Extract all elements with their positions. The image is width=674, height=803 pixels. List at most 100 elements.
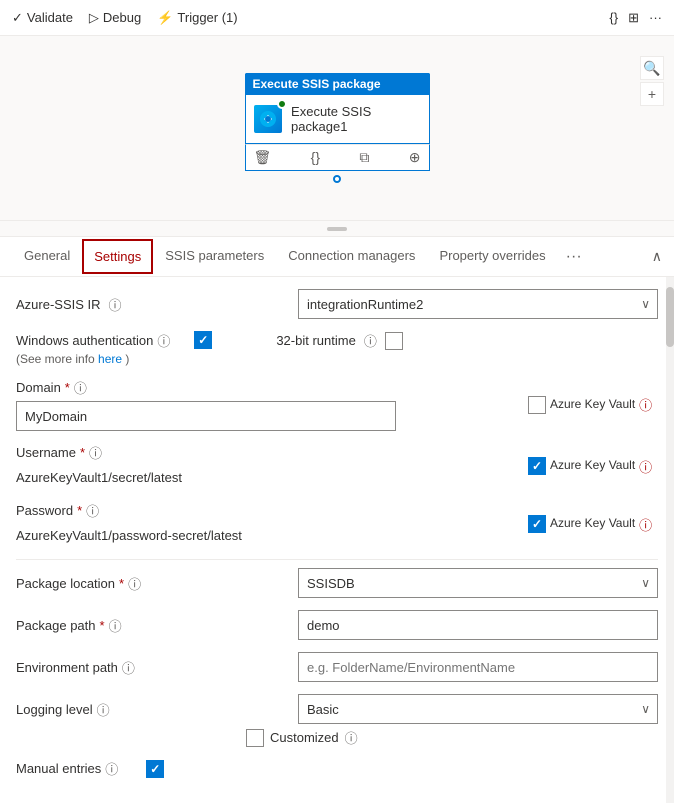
- tabs-more-button[interactable]: ···: [558, 248, 590, 266]
- username-row: Username * ⓘ AzureKeyVault1/secret/lates…: [16, 443, 658, 489]
- customized-checkbox-wrap: Customized ⓘ: [246, 728, 658, 747]
- runtime-checkbox[interactable]: [385, 332, 403, 350]
- domain-vault-info-icon[interactable]: ⓘ: [639, 395, 652, 414]
- debug-button[interactable]: ▷ Debug: [89, 10, 141, 26]
- username-label-wrap: Username * ⓘ: [16, 443, 520, 462]
- trigger-button[interactable]: ⚡ Trigger (1): [157, 10, 237, 26]
- tab-property-overrides[interactable]: Property overrides: [427, 238, 557, 275]
- azure-ir-label: Azure-SSIS IR: [16, 297, 101, 312]
- logging-level-select[interactable]: Basic: [298, 694, 658, 724]
- runtime-info-icon[interactable]: ⓘ: [364, 331, 377, 350]
- package-location-label-wrap: Package location * ⓘ: [16, 574, 290, 593]
- manual-entries-info-icon[interactable]: ⓘ: [105, 759, 118, 778]
- package-location-info-icon[interactable]: ⓘ: [128, 574, 141, 593]
- node-delete-btn[interactable]: 🗑: [254, 149, 272, 166]
- tab-connection-managers[interactable]: Connection managers: [276, 238, 427, 275]
- domain-vault-checkbox[interactable]: [528, 396, 546, 414]
- scrollbar-track[interactable]: [666, 277, 674, 803]
- username-vault-info-icon[interactable]: ⓘ: [639, 457, 652, 476]
- logging-level-label: Logging level: [16, 702, 93, 717]
- package-node: Execute SSIS package Execute SSIS packag…: [245, 73, 430, 183]
- monitor-icon: ⊞: [628, 10, 639, 26]
- toolbar-right: {} ⊞ ···: [609, 10, 662, 26]
- code-icon: {}: [609, 10, 618, 25]
- status-dot: [277, 99, 287, 109]
- runtime-row: 32-bit runtime ⓘ: [276, 331, 403, 350]
- password-label: Password: [16, 503, 73, 518]
- username-vault-section: Azure Key Vault ⓘ: [528, 457, 658, 476]
- password-vault-info-icon[interactable]: ⓘ: [639, 515, 652, 534]
- debug-label: Debug: [103, 10, 141, 25]
- manual-entries-label: Manual entries: [16, 761, 101, 776]
- see-more-link: (See more info here ): [16, 352, 170, 366]
- azure-ir-info-icon[interactable]: ⓘ: [109, 295, 122, 314]
- customized-row: Customized ⓘ: [246, 728, 658, 747]
- node-code-btn[interactable]: {}: [311, 149, 320, 166]
- domain-vault-section: Azure Key Vault ⓘ: [528, 395, 658, 414]
- zoom-in-btn[interactable]: +: [640, 82, 664, 106]
- password-info-icon[interactable]: ⓘ: [86, 501, 99, 520]
- win-auth-checkbox[interactable]: [194, 331, 212, 349]
- monitor-button[interactable]: ⊞: [628, 10, 639, 26]
- environment-path-label: Environment path: [16, 660, 118, 675]
- username-info-icon[interactable]: ⓘ: [89, 443, 102, 462]
- password-vault-checkbox[interactable]: [528, 515, 546, 533]
- divider1: [16, 559, 658, 560]
- username-label: Username: [16, 445, 76, 460]
- package-path-row: Package path * ⓘ: [16, 610, 658, 640]
- username-vault-checkbox[interactable]: [528, 457, 546, 475]
- environment-path-info-icon[interactable]: ⓘ: [122, 658, 135, 677]
- customized-checkbox[interactable]: [246, 729, 264, 747]
- password-vault-label: Azure Key Vault: [550, 516, 635, 532]
- tabs-collapse-button[interactable]: ∧: [652, 248, 662, 265]
- azure-ir-label-wrap: Azure-SSIS IR ⓘ: [16, 295, 290, 314]
- password-required-star: *: [77, 503, 82, 518]
- azure-ir-select-wrap: integrationRuntime2 ∨: [298, 289, 658, 319]
- package-location-select-wrap: SSISDB ∨: [298, 568, 658, 598]
- domain-input[interactable]: [16, 401, 396, 431]
- panel-bar[interactable]: [0, 221, 674, 237]
- node-connector: [333, 175, 341, 183]
- customized-label: Customized: [270, 730, 339, 745]
- validate-button[interactable]: ✓ Validate: [12, 10, 73, 26]
- more-button[interactable]: ···: [649, 10, 662, 25]
- tab-ssis-params[interactable]: SSIS parameters: [153, 238, 276, 275]
- package-location-select[interactable]: SSISDB: [298, 568, 658, 598]
- domain-label-wrap: Domain * ⓘ: [16, 378, 520, 397]
- trigger-icon: ⚡: [157, 10, 173, 26]
- environment-path-input[interactable]: [298, 652, 658, 682]
- settings-panel: Azure-SSIS IR ⓘ integrationRuntime2 ∨ Wi…: [0, 277, 674, 803]
- domain-info-icon[interactable]: ⓘ: [74, 378, 87, 397]
- tab-settings[interactable]: Settings: [82, 239, 153, 274]
- logging-level-select-wrap: Basic ∨: [298, 694, 658, 724]
- win-auth-label: Windows authentication: [16, 333, 153, 348]
- canvas-area: Execute SSIS package Execute SSIS packag…: [0, 36, 674, 221]
- customized-info-icon[interactable]: ⓘ: [345, 728, 358, 747]
- package-path-info-icon[interactable]: ⓘ: [109, 616, 122, 635]
- see-more-here-link[interactable]: here: [98, 352, 125, 366]
- domain-required-star: *: [65, 380, 70, 395]
- domain-row: Domain * ⓘ Azure Key Vault ⓘ: [16, 378, 658, 431]
- node-card[interactable]: Execute SSIS package Execute SSIS packag…: [245, 73, 430, 171]
- logging-level-info-icon[interactable]: ⓘ: [97, 700, 110, 719]
- node-arrow-btn[interactable]: ⊕: [409, 149, 421, 166]
- scrollbar-thumb[interactable]: [666, 287, 674, 347]
- debug-icon: ▷: [89, 10, 99, 26]
- code-button[interactable]: {}: [609, 10, 618, 25]
- windows-auth-row: Windows authentication ⓘ (See more info …: [16, 331, 658, 366]
- ssis-icon: [254, 105, 282, 133]
- package-path-input[interactable]: [298, 610, 658, 640]
- password-label-wrap: Password * ⓘ: [16, 501, 520, 520]
- tab-general[interactable]: General: [12, 238, 82, 275]
- domain-label: Domain: [16, 380, 61, 395]
- password-field-main: Password * ⓘ AzureKeyVault1/password-sec…: [16, 501, 520, 547]
- validate-icon: ✓: [12, 10, 23, 26]
- win-auth-info-icon[interactable]: ⓘ: [157, 331, 170, 350]
- manual-entries-checkbox[interactable]: [146, 760, 164, 778]
- trigger-label: Trigger (1): [177, 10, 237, 25]
- azure-ir-select[interactable]: integrationRuntime2: [298, 289, 658, 319]
- package-path-label-wrap: Package path * ⓘ: [16, 616, 290, 635]
- search-zoom-btn[interactable]: 🔍: [640, 56, 664, 80]
- runtime-label: 32-bit runtime: [276, 333, 355, 348]
- node-copy-btn[interactable]: ⧉: [359, 149, 369, 166]
